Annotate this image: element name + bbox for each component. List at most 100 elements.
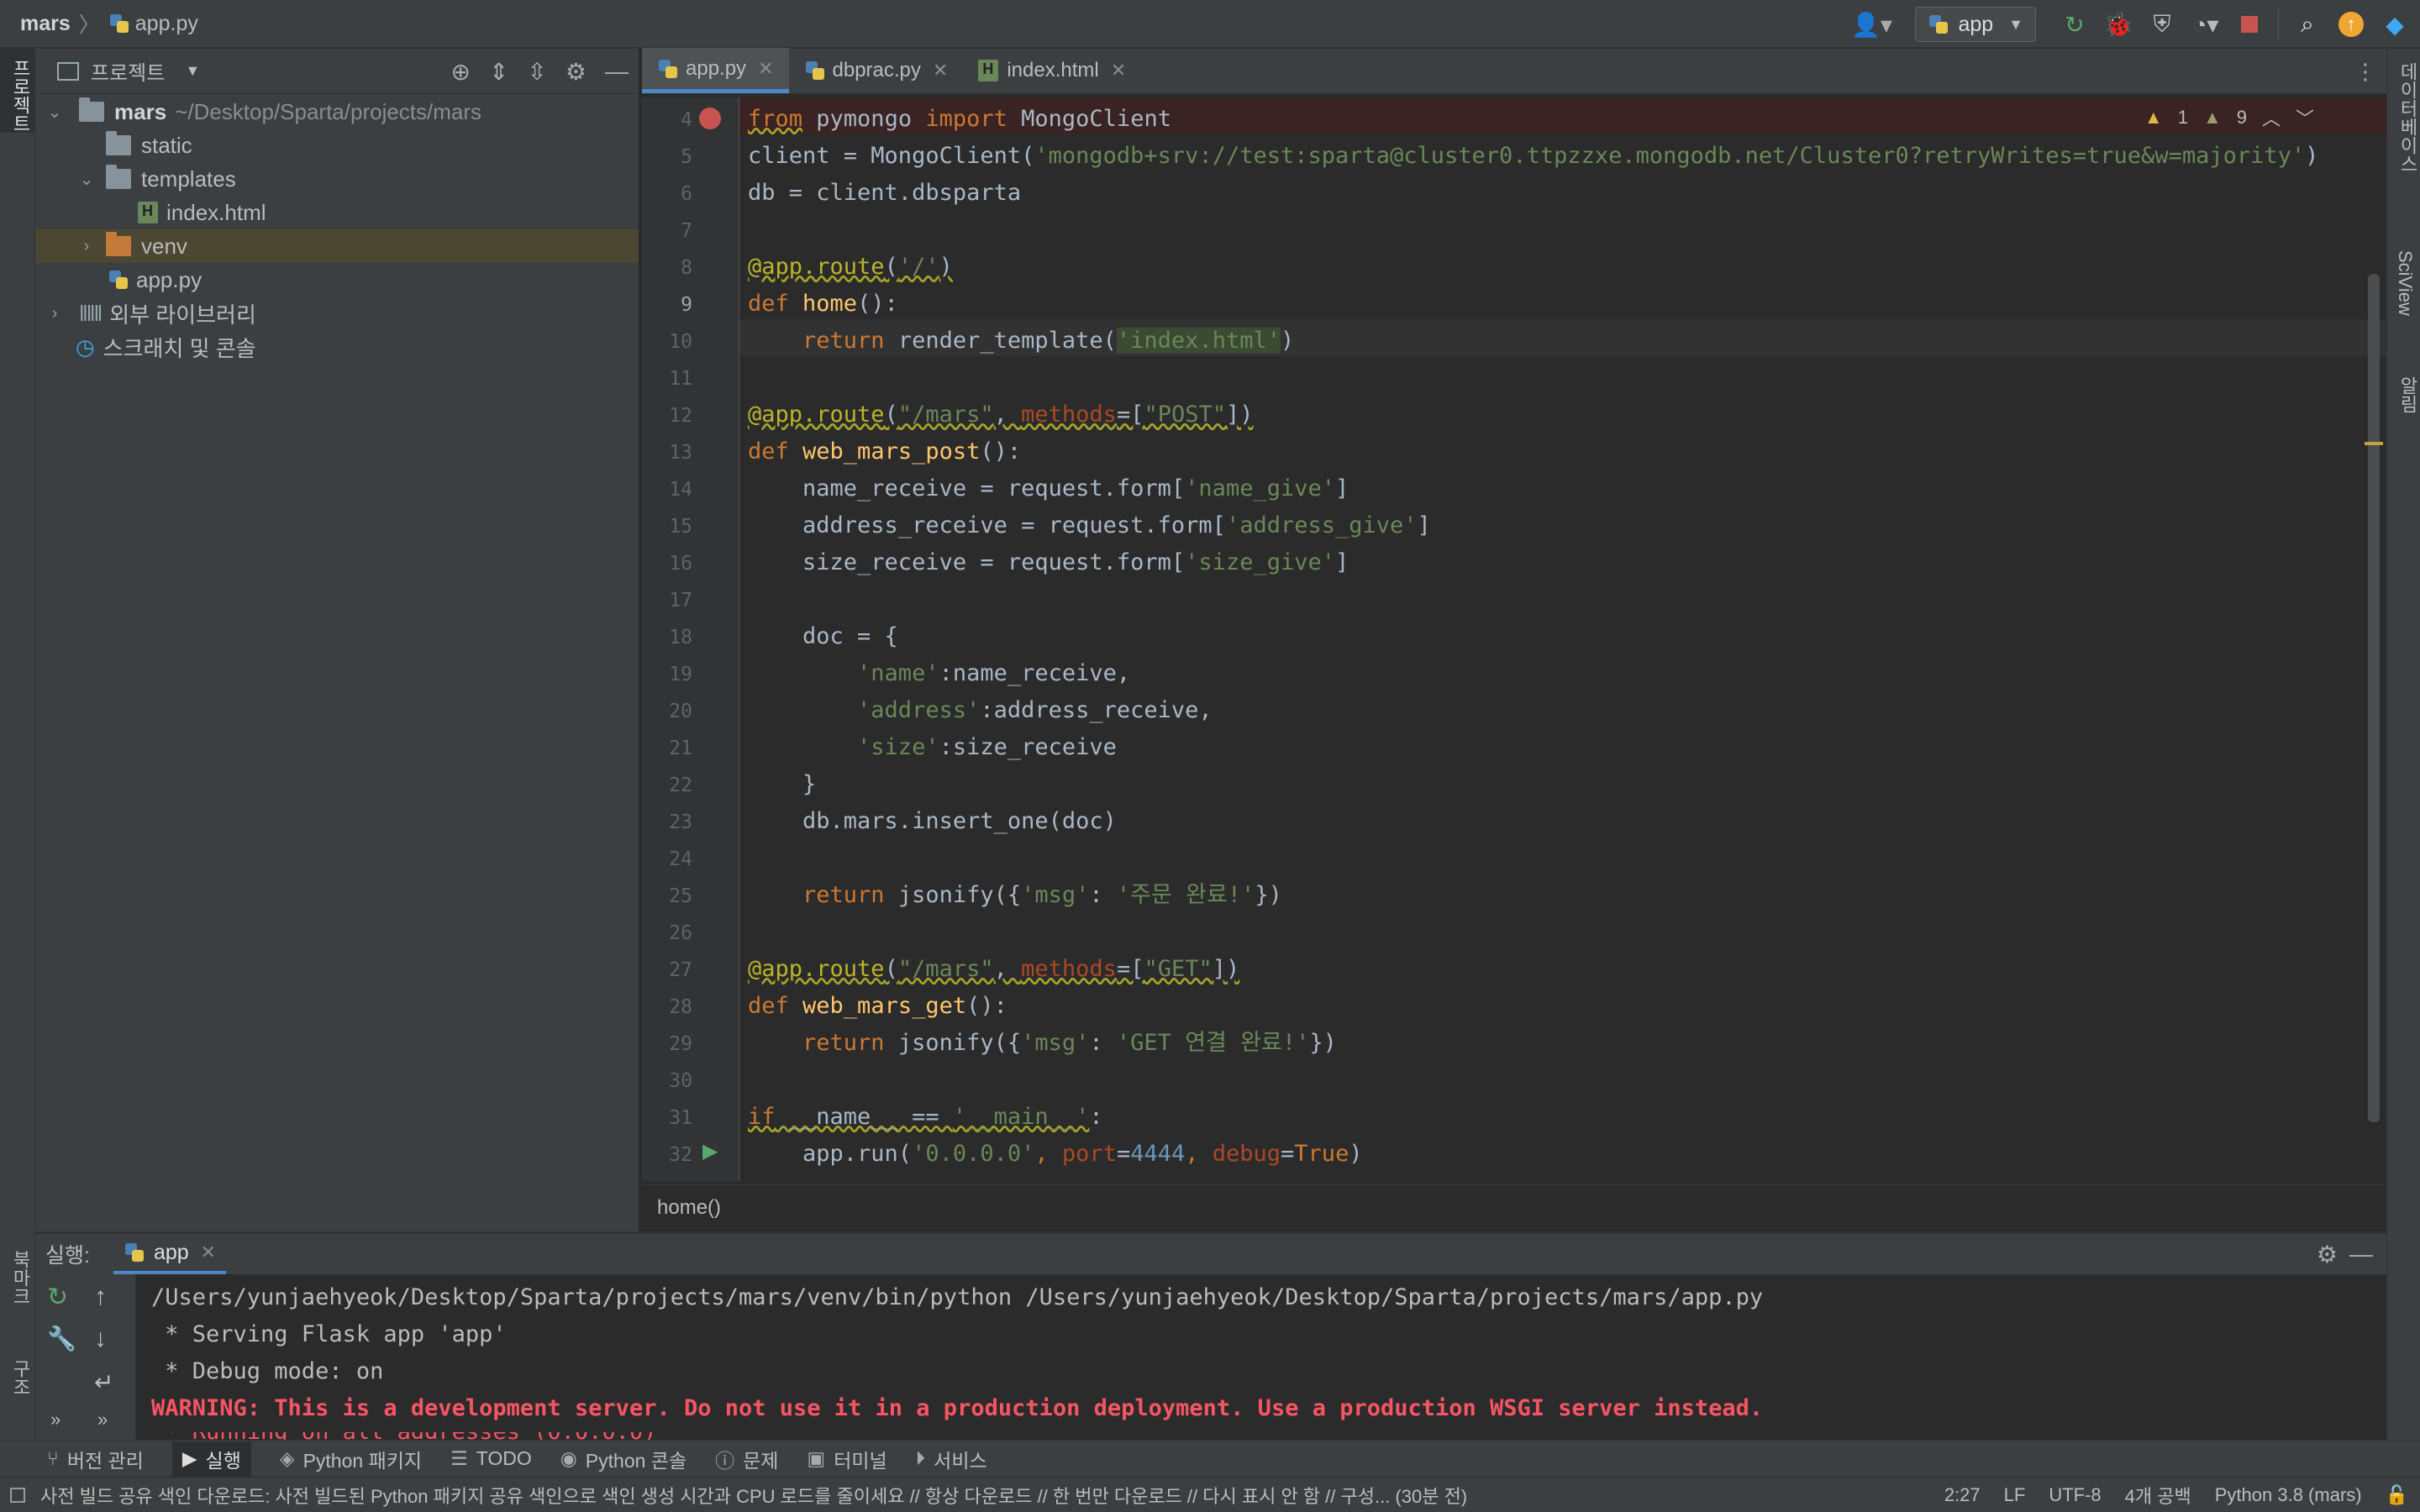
code-line-13[interactable]: def web_mars_post():: [748, 433, 1021, 470]
chevron-down-icon[interactable]: ﹀: [2296, 104, 2314, 131]
sciview-tool-label[interactable]: SciView: [2394, 250, 2416, 316]
tool-todo[interactable]: ☰ TODO: [450, 1447, 532, 1470]
project-tool-button[interactable]: 프로젝트: [0, 49, 35, 133]
more-icon[interactable]: »: [97, 1409, 108, 1431]
code-line-5[interactable]: client = MongoClient('mongodb+srv://test…: [748, 138, 2318, 175]
code-line-15[interactable]: address_receive = request.form['address_…: [748, 507, 1431, 544]
code-line-6[interactable]: db = client.dbsparta: [748, 175, 1021, 212]
code-line-32[interactable]: app.run('0.0.0.0', port=4444, debug=True…: [748, 1136, 1363, 1173]
breadcrumb-function[interactable]: home(): [657, 1196, 721, 1220]
chevron-down-icon[interactable]: ▼: [185, 62, 200, 80]
expand-all-icon[interactable]: ⇕: [489, 58, 508, 86]
wrench-icon[interactable]: 🔧: [47, 1325, 76, 1352]
tool-version-control[interactable]: ⑂ 버전 관리: [47, 1445, 144, 1473]
structure-tool-label[interactable]: 구조: [7, 1359, 34, 1396]
close-icon[interactable]: ✕: [201, 1242, 216, 1263]
tree-item-venv[interactable]: › venv: [35, 229, 639, 263]
stop-icon[interactable]: [2233, 8, 2266, 41]
code-line-20[interactable]: 'address':address_receive,: [748, 692, 1213, 729]
project-panel-title[interactable]: 프로젝트: [91, 56, 165, 86]
tree-item-templates[interactable]: ⌄ templates: [35, 162, 639, 196]
code-line-31[interactable]: if __name__ == '__main__':: [748, 1099, 1103, 1136]
rerun-icon[interactable]: ↻: [2058, 8, 2091, 41]
indent-setting[interactable]: 4개 공백: [2125, 1482, 2191, 1509]
close-icon[interactable]: ✕: [933, 60, 948, 81]
tool-terminal[interactable]: ▣ 터미널: [807, 1445, 886, 1473]
gear-icon[interactable]: ⚙: [566, 58, 587, 86]
chevron-up-icon[interactable]: ︿: [2262, 104, 2281, 131]
tab-index-html[interactable]: index.html ✕: [963, 48, 1141, 93]
debug-icon[interactable]: 🐞: [2102, 8, 2135, 41]
soft-wrap-icon[interactable]: ↵: [94, 1368, 113, 1396]
interpreter[interactable]: Python 3.8 (mars): [2215, 1484, 2362, 1506]
bookmarks-tool-label[interactable]: 북마크: [7, 1250, 34, 1305]
code-line-23[interactable]: db.mars.insert_one(doc): [748, 803, 1117, 840]
tree-item-scratches[interactable]: ◷ 스크래치 및 콘솔: [35, 330, 639, 364]
database-tool-label[interactable]: 데이터베이스: [2394, 62, 2420, 173]
scrollbar-thumb[interactable]: [2368, 274, 2380, 1122]
tool-python-packages[interactable]: ◈ Python 패키지: [280, 1445, 422, 1473]
breakpoint-icon[interactable]: [699, 108, 721, 129]
run-gutter-icon[interactable]: ▶: [702, 1139, 718, 1163]
locate-icon[interactable]: ⊕: [450, 58, 470, 86]
panel-toggle-icon[interactable]: [10, 1487, 25, 1503]
code-line-9[interactable]: def home():: [748, 286, 898, 323]
more-tabs-icon[interactable]: ⋮: [2354, 59, 2376, 85]
status-message[interactable]: 사전 빌드 공유 색인 다운로드: 사전 빌드된 Python 패키지 공유 색…: [40, 1482, 1923, 1509]
code-line-27[interactable]: @app.route("/mars", methods=["GET"]): [748, 951, 1239, 988]
lock-icon[interactable]: 🔓: [2386, 1484, 2408, 1506]
run-config-select[interactable]: app ▼: [1915, 7, 2036, 42]
ide-features-icon[interactable]: ◆: [2378, 8, 2412, 41]
line-number: 32: [669, 1144, 692, 1166]
tool-label: 버전 관리: [66, 1449, 144, 1472]
code-line-16[interactable]: size_receive = request.form['size_give']: [748, 544, 1349, 581]
file-encoding[interactable]: UTF-8: [2049, 1484, 2101, 1506]
editor-scrollbar[interactable]: [2361, 97, 2386, 1181]
code-line-28[interactable]: def web_mars_get():: [748, 988, 1007, 1025]
nav-project[interactable]: mars: [20, 12, 71, 36]
user-icon[interactable]: 👤▾: [1846, 8, 1897, 41]
update-icon[interactable]: ↑: [2334, 8, 2368, 41]
code-line-22[interactable]: }: [748, 766, 816, 803]
tool-problems[interactable]: ⓘ 문제: [715, 1445, 778, 1473]
hide-icon[interactable]: —: [605, 58, 629, 85]
code-line-8[interactable]: @app.route('/'): [748, 249, 953, 286]
code-line-10[interactable]: return render_template('index.html'): [748, 323, 1294, 360]
code-line-29[interactable]: return jsonify({'msg': 'GET 연결 완료!'}): [748, 1025, 1337, 1062]
hide-icon[interactable]: —: [2349, 1241, 2373, 1268]
tree-item-index-html[interactable]: index.html: [35, 196, 639, 229]
inspection-widget[interactable]: ▲ 1 ▲ 9 ︿ ﹀: [2144, 104, 2314, 131]
run-tab-app[interactable]: app ✕: [113, 1234, 227, 1274]
code-line-18[interactable]: doc = {: [748, 618, 898, 655]
notifications-tool-label[interactable]: 알림: [2394, 376, 2420, 413]
arrow-up-icon[interactable]: ↑: [94, 1283, 107, 1311]
line-separator[interactable]: LF: [2004, 1484, 2026, 1506]
nav-file[interactable]: app.py: [135, 12, 198, 36]
search-icon[interactable]: ⌕: [2291, 8, 2324, 41]
caret-position[interactable]: 2:27: [1944, 1484, 1981, 1506]
profile-icon[interactable]: ◔▾: [2189, 8, 2223, 41]
code-line-12[interactable]: @app.route("/mars", methods=["POST"]): [748, 396, 1254, 433]
tab-dbprac-py[interactable]: dbprac.py ✕: [789, 48, 964, 93]
tree-item-static[interactable]: static: [35, 129, 639, 162]
tab-app-py[interactable]: app.py ✕: [642, 48, 789, 93]
code-line-19[interactable]: 'name':name_receive,: [748, 655, 1130, 692]
tree-item-mars[interactable]: ⌄ mars ~/Desktop/Sparta/projects/mars: [35, 95, 639, 129]
tree-item-external-libraries[interactable]: › ‖‖‖ 외부 라이브러리: [35, 297, 639, 330]
tool-python-console[interactable]: ◉ Python 콘솔: [560, 1445, 687, 1473]
code-line-25[interactable]: return jsonify({'msg': '주문 완료!'}): [748, 877, 1282, 914]
code-line-14[interactable]: name_receive = request.form['name_give']: [748, 470, 1349, 507]
tool-run[interactable]: ▶ 실행: [171, 1441, 251, 1477]
arrow-down-icon[interactable]: ↓: [94, 1325, 107, 1353]
coverage-icon[interactable]: ⛨: [2145, 8, 2179, 41]
code-line-21[interactable]: 'size':size_receive: [748, 729, 1117, 766]
close-icon[interactable]: ✕: [1111, 60, 1126, 81]
close-icon[interactable]: ✕: [758, 58, 773, 80]
code-line-4[interactable]: from pymongo import MongoClient: [748, 101, 1171, 138]
more-icon[interactable]: »: [50, 1409, 60, 1431]
tree-item-app-py[interactable]: app.py: [35, 263, 639, 297]
rerun-icon[interactable]: ↻: [47, 1283, 68, 1312]
collapse-all-icon[interactable]: ⇳: [527, 58, 546, 86]
gear-icon[interactable]: ⚙: [2317, 1241, 2338, 1268]
tool-services[interactable]: ⏵ 서비스: [916, 1445, 987, 1473]
